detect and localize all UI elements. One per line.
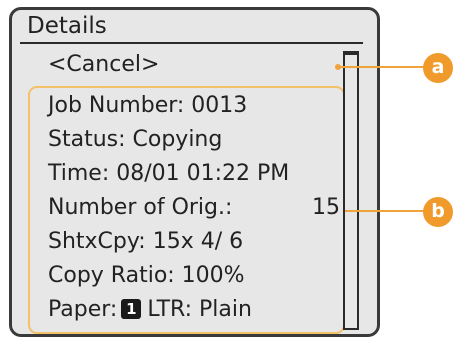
paper-label: Paper: bbox=[48, 297, 118, 322]
callout-a-leader bbox=[340, 66, 425, 68]
paper-value: LTR: Plain bbox=[147, 297, 252, 322]
sheets-copies-text: ShtxCpy: 15x 4/ 6 bbox=[48, 229, 244, 254]
paper-row: Paper: 1 LTR: Plain bbox=[48, 294, 252, 326]
number-of-originals-row: Number of Orig.: 15 bbox=[48, 192, 344, 224]
callout-a-badge: a bbox=[423, 53, 453, 83]
title-divider bbox=[20, 42, 363, 44]
callout-b-leader bbox=[345, 210, 425, 212]
number-of-originals-label: Number of Orig.: bbox=[48, 195, 233, 220]
copy-ratio-text: Copy Ratio: 100% bbox=[48, 263, 245, 288]
scroll-thumb[interactable] bbox=[343, 53, 359, 55]
number-of-originals-value: 15 bbox=[312, 195, 340, 220]
job-details-group: Job Number: 0013 Status: Copying Time: 0… bbox=[28, 86, 345, 334]
status-text: Status: Copying bbox=[48, 127, 223, 152]
time-text: Time: 08/01 01:22 PM bbox=[48, 161, 290, 186]
cancel-button[interactable]: <Cancel> bbox=[30, 48, 330, 82]
job-number-text: Job Number: 0013 bbox=[48, 93, 248, 118]
paper-tray-icon: 1 bbox=[121, 299, 142, 319]
scrollbar[interactable] bbox=[343, 51, 359, 330]
callout-b-badge: b bbox=[423, 197, 453, 227]
screen-title: Details bbox=[27, 13, 107, 39]
